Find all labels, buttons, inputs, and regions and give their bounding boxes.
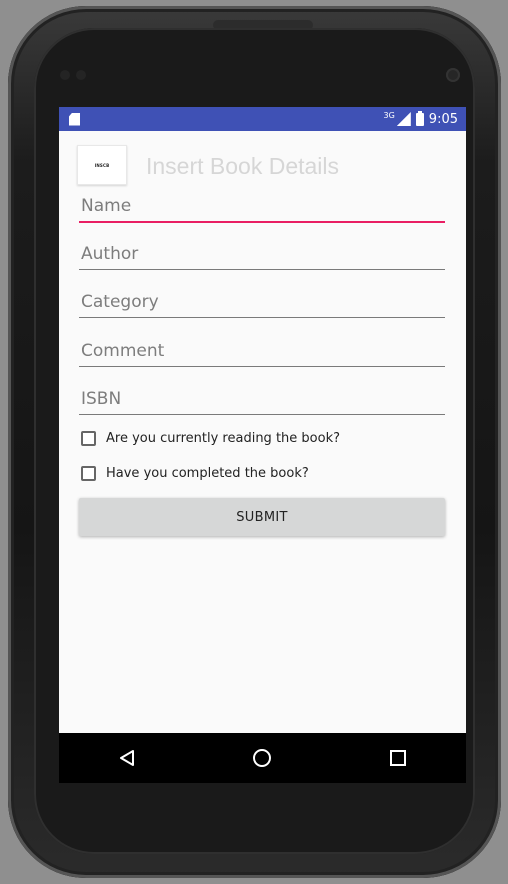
back-icon <box>119 750 134 766</box>
screen: 3G 9:05 INSCB Insert Book Details Are yo… <box>59 107 466 783</box>
network-type: 3G <box>383 110 395 120</box>
status-right: 3G 9:05 <box>383 110 458 127</box>
nav-recents-button[interactable] <box>378 738 418 778</box>
reading-checkbox[interactable] <box>81 431 96 446</box>
battery-icon <box>415 110 424 126</box>
category-input[interactable] <box>79 286 445 318</box>
completed-checkbox-row[interactable]: Have you completed the book? <box>81 466 309 481</box>
nav-back-button[interactable] <box>107 738 147 778</box>
home-icon <box>253 749 272 767</box>
author-input[interactable] <box>79 238 445 270</box>
sensor-dot <box>76 70 86 80</box>
recents-icon <box>390 750 407 766</box>
signal-icon <box>396 112 411 126</box>
name-input[interactable] <box>79 191 445 223</box>
app-logo-text: INSCB <box>94 162 110 168</box>
status-bar: 3G 9:05 <box>59 107 466 131</box>
sd-card-icon <box>69 112 80 126</box>
page-title: Insert Book Details <box>146 153 340 179</box>
sensor-dot <box>60 70 70 80</box>
completed-checkbox[interactable] <box>81 466 96 481</box>
completed-checkbox-label: Have you completed the book? <box>106 466 309 481</box>
reading-checkbox-row[interactable]: Are you currently reading the book? <box>81 431 340 446</box>
page-header: INSCB Insert Book Details <box>59 131 466 187</box>
front-camera-icon <box>446 68 460 82</box>
status-time: 9:05 <box>428 111 458 127</box>
reading-checkbox-label: Are you currently reading the book? <box>106 431 340 446</box>
navigation-bar <box>59 733 466 783</box>
comment-input[interactable] <box>79 335 445 367</box>
submit-button[interactable]: SUBMIT <box>79 498 445 536</box>
nav-home-button[interactable] <box>242 738 282 778</box>
isbn-input[interactable] <box>79 383 445 415</box>
app-logo: INSCB <box>77 145 127 185</box>
